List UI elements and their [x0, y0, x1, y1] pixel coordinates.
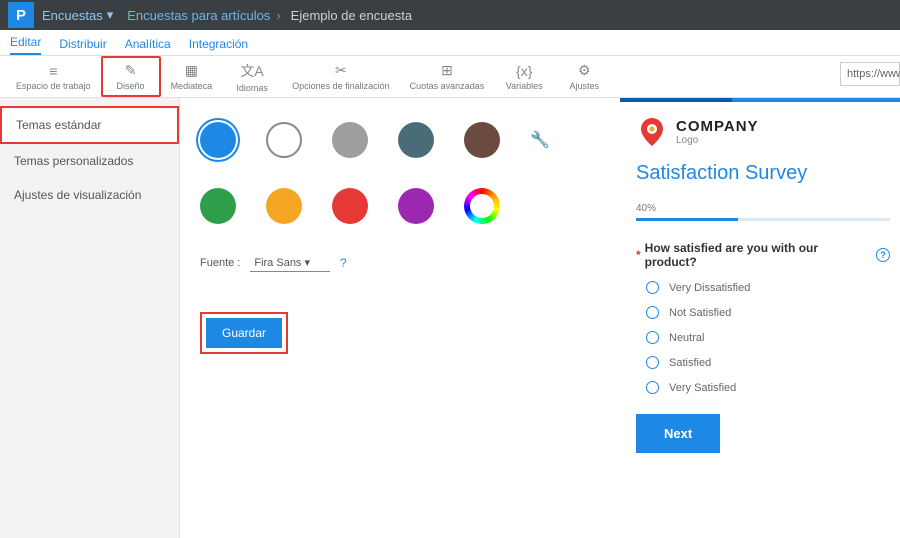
radio-icon [646, 281, 659, 294]
tool-variables[interactable]: {x}Variables [494, 59, 554, 95]
tab-analitica[interactable]: Analítica [125, 37, 171, 55]
main-tabs: Editar Distribuir Analítica Integración [0, 30, 900, 56]
gear-icon: ⚙ [578, 62, 591, 79]
toolbar: ≡Espacio de trabajo ✎Diseño ▦Mediateca 文… [0, 56, 900, 98]
radio-icon [646, 356, 659, 369]
color-blue[interactable] [200, 122, 236, 158]
survey-preview: COMPANY Logo Satisfaction Survey 40% * H… [620, 98, 900, 538]
option-5[interactable]: Very Satisfied [636, 381, 890, 394]
url-field[interactable]: https://www.c [840, 62, 900, 86]
radio-icon [646, 306, 659, 319]
wrench-icon[interactable]: 🔧 [530, 130, 550, 150]
languages-icon: 文A [240, 61, 263, 81]
surveys-dropdown[interactable]: Encuestas ▾ [42, 7, 113, 23]
next-button[interactable]: Next [636, 414, 720, 453]
color-brown[interactable] [464, 122, 500, 158]
workspace-icon: ≡ [49, 63, 57, 79]
color-row-1: 🔧 [200, 122, 600, 158]
font-row: Fuente : Fira Sans ▾ ? [200, 254, 600, 272]
tool-languages[interactable]: 文AIdiomas [222, 57, 282, 97]
color-orange[interactable] [266, 188, 302, 224]
option-2[interactable]: Not Satisfied [636, 306, 890, 319]
media-icon: ▦ [185, 62, 198, 79]
breadcrumb-parent[interactable]: Encuestas para artículos [127, 8, 270, 23]
tool-design[interactable]: ✎Diseño [101, 56, 161, 97]
quotas-icon: ⊞ [441, 62, 453, 79]
save-button[interactable]: Guardar [206, 318, 282, 348]
company-logo-icon [636, 116, 668, 148]
breadcrumb-separator: › [276, 8, 280, 23]
sidebar: Temas estándar Temas personalizados Ajus… [0, 98, 180, 538]
tool-quotas[interactable]: ⊞Cuotas avanzadas [400, 58, 495, 95]
completion-icon: ✂ [335, 62, 347, 79]
color-white[interactable] [266, 122, 302, 158]
color-row-2 [200, 188, 600, 224]
option-4[interactable]: Satisfied [636, 356, 890, 369]
tool-workspace[interactable]: ≡Espacio de trabajo [6, 59, 101, 95]
survey-title: Satisfaction Survey [636, 162, 890, 185]
tab-editar[interactable]: Editar [10, 35, 41, 55]
app-logo: P [8, 2, 34, 28]
sidebar-item-display-settings[interactable]: Ajustes de visualización [0, 178, 179, 212]
breadcrumb-current: Ejemplo de encuesta [291, 8, 412, 23]
sidebar-item-custom-themes[interactable]: Temas personalizados [0, 144, 179, 178]
tool-settings[interactable]: ⚙Ajustes [554, 58, 614, 95]
design-icon: ✎ [125, 62, 137, 79]
option-3[interactable]: Neutral [636, 331, 890, 344]
color-grey[interactable] [332, 122, 368, 158]
variables-icon: {x} [516, 63, 532, 79]
progress-label: 40% [636, 203, 890, 214]
font-label: Fuente : [200, 257, 240, 269]
color-purple[interactable] [398, 188, 434, 224]
tab-integracion[interactable]: Integración [189, 37, 248, 55]
center-panel: 🔧 Fuente : Fira Sans ▾ ? Guardar [180, 98, 620, 538]
color-green[interactable] [200, 188, 236, 224]
tab-distribuir[interactable]: Distribuir [59, 37, 106, 55]
color-red[interactable] [332, 188, 368, 224]
top-bar: P Encuestas ▾ Encuestas para artículos ›… [0, 0, 900, 30]
option-1[interactable]: Very Dissatisfied [636, 281, 890, 294]
font-select[interactable]: Fira Sans ▾ [250, 254, 330, 272]
question-help-icon[interactable]: ? [876, 248, 890, 262]
company-logo-sub: Logo [676, 135, 759, 146]
save-highlight: Guardar [200, 312, 288, 354]
radio-icon [646, 331, 659, 344]
color-slate[interactable] [398, 122, 434, 158]
sidebar-item-standard-themes[interactable]: Temas estándar [0, 106, 179, 144]
color-custom[interactable] [464, 188, 500, 224]
help-icon[interactable]: ? [340, 256, 347, 270]
company-name: COMPANY [676, 118, 759, 135]
tool-completion[interactable]: ✂Opciones de finalización [282, 58, 400, 95]
required-asterisk: * [636, 248, 641, 262]
tool-media[interactable]: ▦Mediateca [161, 58, 223, 95]
chevron-down-icon: ▾ [107, 7, 114, 23]
progress-bar [636, 218, 890, 221]
radio-icon [646, 381, 659, 394]
question-text: * How satisfied are you with our product… [636, 241, 890, 269]
